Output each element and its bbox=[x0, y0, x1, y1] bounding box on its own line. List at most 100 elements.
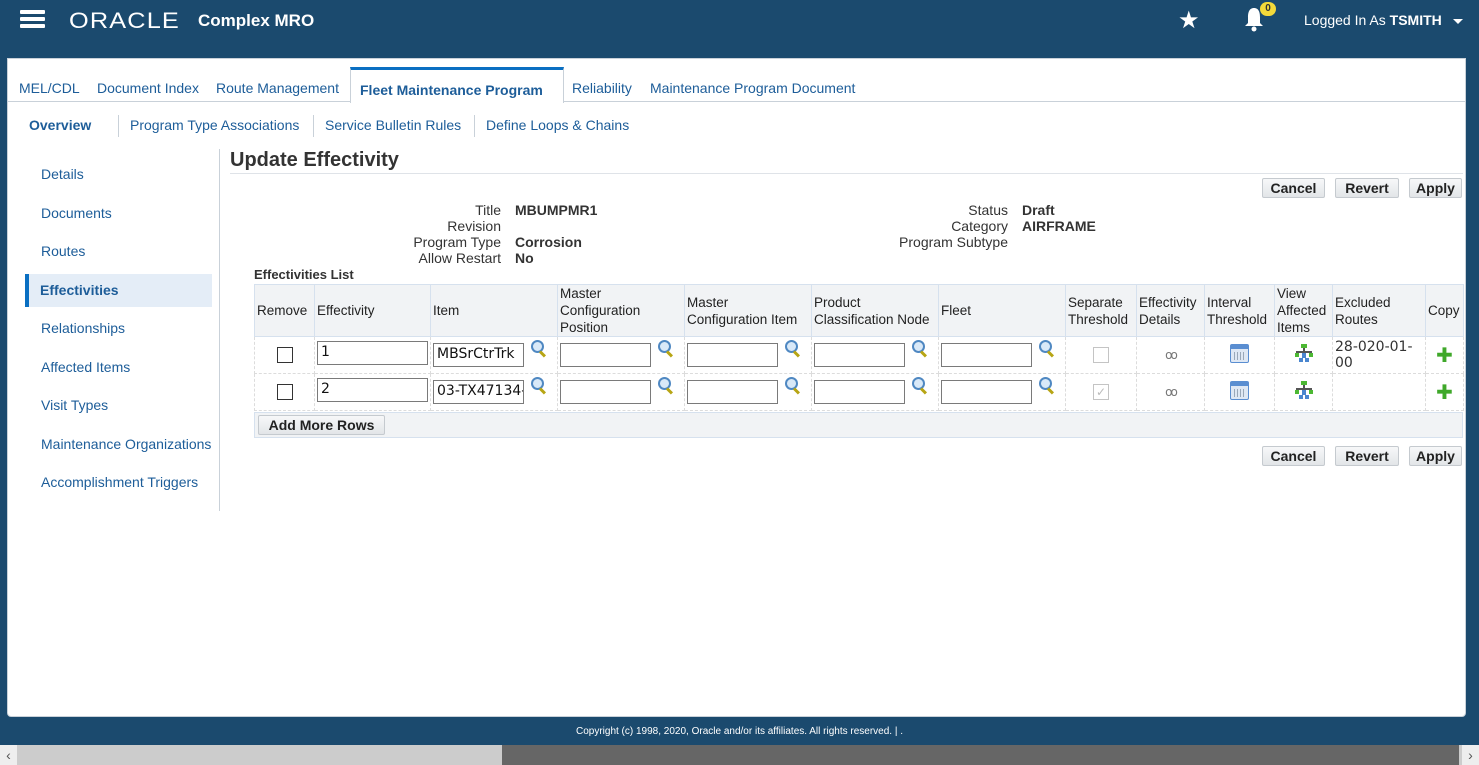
category-value: AIRFRAME bbox=[1022, 218, 1096, 234]
username: TSMITH bbox=[1389, 12, 1442, 28]
cancel-button-top[interactable]: Cancel bbox=[1262, 178, 1325, 198]
item-input[interactable]: MBSrCtrTrk bbox=[433, 343, 524, 367]
separate-threshold-cell bbox=[1065, 373, 1137, 411]
user-menu[interactable]: Logged In As TSMITH bbox=[1304, 12, 1442, 28]
mc-position-search-icon[interactable] bbox=[657, 339, 675, 357]
sidebar-item-visit-types[interactable]: Visit Types bbox=[25, 389, 212, 422]
fleet-search-icon[interactable] bbox=[1038, 339, 1056, 357]
effectivity-input[interactable]: 2 bbox=[317, 377, 428, 402]
excluded-routes-cell bbox=[1332, 373, 1426, 411]
item-search-icon[interactable] bbox=[530, 376, 548, 394]
menu-icon[interactable] bbox=[20, 10, 45, 28]
calendar-icon[interactable] bbox=[1230, 343, 1249, 363]
tab-fleet-maintenance-program[interactable]: Fleet Maintenance Program bbox=[350, 67, 564, 103]
mc-item-search-icon[interactable] bbox=[784, 376, 802, 394]
remove-cell bbox=[254, 373, 315, 411]
mc-item-input[interactable] bbox=[687, 380, 778, 404]
remove-checkbox[interactable] bbox=[276, 347, 293, 363]
col-mc-item: Master Configuration Item bbox=[684, 284, 812, 337]
horizontal-scrollbar[interactable]: ‹ › bbox=[0, 745, 1479, 765]
mc-item-search-icon[interactable] bbox=[784, 339, 802, 357]
title-value: MBUMPMR1 bbox=[515, 202, 598, 218]
logged-in-label: Logged In As bbox=[1304, 12, 1386, 28]
allow-restart-value: No bbox=[515, 250, 534, 266]
add-more-rows-button[interactable]: Add More Rows bbox=[258, 415, 385, 435]
copy-plus-icon[interactable]: ✚ bbox=[1436, 343, 1453, 367]
subnav-divider bbox=[118, 115, 119, 137]
allow-restart-label: Allow Restart bbox=[418, 250, 501, 266]
tab-mel-cdl[interactable]: MEL/CDL bbox=[19, 80, 80, 96]
scroll-left-icon[interactable]: ‹ bbox=[0, 745, 17, 765]
pc-node-cell bbox=[811, 373, 939, 411]
table-header-row: Remove Effectivity Item Master Configura… bbox=[254, 284, 1464, 337]
title-divider bbox=[230, 173, 1463, 174]
pc-node-input[interactable] bbox=[814, 380, 905, 404]
apply-button-bottom[interactable]: Apply bbox=[1409, 446, 1462, 466]
sidebar-item-accomplishment-triggers[interactable]: Accomplishment Triggers bbox=[25, 466, 212, 499]
fleet-input[interactable] bbox=[941, 343, 1032, 367]
subnav-define-loops-chains[interactable]: Define Loops & Chains bbox=[486, 117, 629, 133]
revert-button-bottom[interactable]: Revert bbox=[1335, 446, 1399, 466]
sidebar-item-details[interactable]: Details bbox=[25, 158, 212, 191]
sidebar-item-maintenance-organizations[interactable]: Maintenance Organizations bbox=[25, 428, 212, 461]
glasses-icon[interactable]: oo bbox=[1165, 348, 1178, 362]
effectivities-list-title: Effectivities List bbox=[254, 267, 354, 282]
fleet-cell bbox=[938, 373, 1066, 411]
item-search-icon[interactable] bbox=[530, 339, 548, 357]
col-copy: Copy bbox=[1425, 284, 1464, 337]
top-bar: ORACLE Complex MRO ★ 0 Logged In As TSMI… bbox=[0, 0, 1479, 58]
app-title: Complex MRO bbox=[198, 11, 315, 30]
mc-position-search-icon[interactable] bbox=[657, 376, 675, 394]
tab-document-index[interactable]: Document Index bbox=[97, 80, 199, 96]
fleet-input[interactable] bbox=[941, 380, 1032, 404]
sidebar-item-relationships[interactable]: Relationships bbox=[25, 312, 212, 345]
tab-reliability[interactable]: Reliability bbox=[572, 80, 632, 96]
subnav-service-bulletin-rules[interactable]: Service Bulletin Rules bbox=[325, 117, 461, 133]
sidebar-item-effectivities[interactable]: Effectivities bbox=[25, 274, 212, 307]
sidebar-item-routes[interactable]: Routes bbox=[25, 235, 212, 268]
effectivity-details-cell: oo bbox=[1136, 336, 1205, 374]
effectivity-input[interactable]: 1 bbox=[317, 340, 428, 365]
oracle-logo: ORACLE bbox=[69, 8, 180, 33]
calendar-icon[interactable] bbox=[1230, 380, 1249, 400]
scroll-right-icon[interactable]: › bbox=[1462, 745, 1479, 765]
mc-item-input[interactable] bbox=[687, 343, 778, 367]
pc-node-search-icon[interactable] bbox=[911, 339, 929, 357]
effectivities-table: Remove Effectivity Item Master Configura… bbox=[254, 284, 1464, 411]
item-input[interactable]: 03-TX47134- bbox=[433, 380, 524, 404]
subnav-program-type-associations[interactable]: Program Type Associations bbox=[130, 117, 299, 133]
fleet-search-icon[interactable] bbox=[1038, 376, 1056, 394]
cancel-button-bottom[interactable]: Cancel bbox=[1262, 446, 1325, 466]
copy-plus-icon[interactable]: ✚ bbox=[1436, 380, 1453, 404]
hierarchy-tree-icon[interactable] bbox=[1294, 380, 1314, 400]
revert-button-top[interactable]: Revert bbox=[1335, 178, 1399, 198]
hierarchy-tree-icon[interactable] bbox=[1294, 343, 1314, 363]
col-item: Item bbox=[430, 284, 558, 337]
mc-position-input[interactable] bbox=[560, 343, 651, 367]
tab-route-management[interactable]: Route Management bbox=[216, 80, 339, 96]
mc-position-input[interactable] bbox=[560, 380, 651, 404]
pc-node-search-icon[interactable] bbox=[911, 376, 929, 394]
separate-threshold-checkbox bbox=[1093, 384, 1109, 400]
add-rows-bar: Add More Rows bbox=[254, 412, 1463, 438]
interval-threshold-cell bbox=[1204, 373, 1275, 411]
item-cell: 03-TX47134- bbox=[430, 373, 558, 411]
view-affected-items-cell bbox=[1274, 373, 1333, 411]
sidebar-item-affected-items[interactable]: Affected Items bbox=[25, 351, 212, 384]
subnav-overview[interactable]: Overview bbox=[29, 117, 91, 133]
glasses-icon[interactable]: oo bbox=[1165, 385, 1178, 399]
favorites-star-icon[interactable]: ★ bbox=[1178, 6, 1200, 35]
status-value: Draft bbox=[1022, 202, 1055, 218]
col-fleet: Fleet bbox=[938, 284, 1066, 337]
col-separate-threshold: Separate Threshold bbox=[1065, 284, 1137, 337]
tab-maintenance-program-document[interactable]: Maintenance Program Document bbox=[650, 80, 855, 96]
sidebar-item-documents[interactable]: Documents bbox=[25, 197, 212, 230]
apply-button-top[interactable]: Apply bbox=[1409, 178, 1462, 198]
category-label: Category bbox=[951, 218, 1008, 234]
scrollbar-thumb[interactable] bbox=[502, 745, 1459, 765]
separate-threshold-cell bbox=[1065, 336, 1137, 374]
remove-checkbox[interactable] bbox=[276, 384, 293, 400]
pc-node-input[interactable] bbox=[814, 343, 905, 367]
user-menu-caret-icon[interactable] bbox=[1453, 19, 1463, 24]
remove-cell bbox=[254, 336, 315, 374]
